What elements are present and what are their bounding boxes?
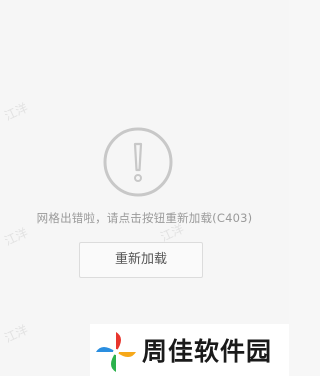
watermark-text: 江洋 — [2, 322, 31, 346]
brand-name: 周佳软件园 — [142, 337, 273, 366]
brand-watermark: 周佳软件园 — [90, 324, 289, 376]
reload-button[interactable]: 重新加载 — [79, 242, 203, 278]
watermark-text: 江洋 — [2, 100, 31, 124]
error-message: 网格出错啦，请点击按钮重新加载(C403) — [36, 211, 253, 225]
pinwheel-logo-icon — [96, 332, 136, 372]
exclamation-circle-icon — [103, 127, 173, 197]
error-screen: 江洋 江洋 江洋 江洋 网格出错啦，请点击按钮重新加载(C403) 重新加载 周… — [0, 0, 289, 376]
watermark-text: 江洋 — [2, 225, 31, 249]
